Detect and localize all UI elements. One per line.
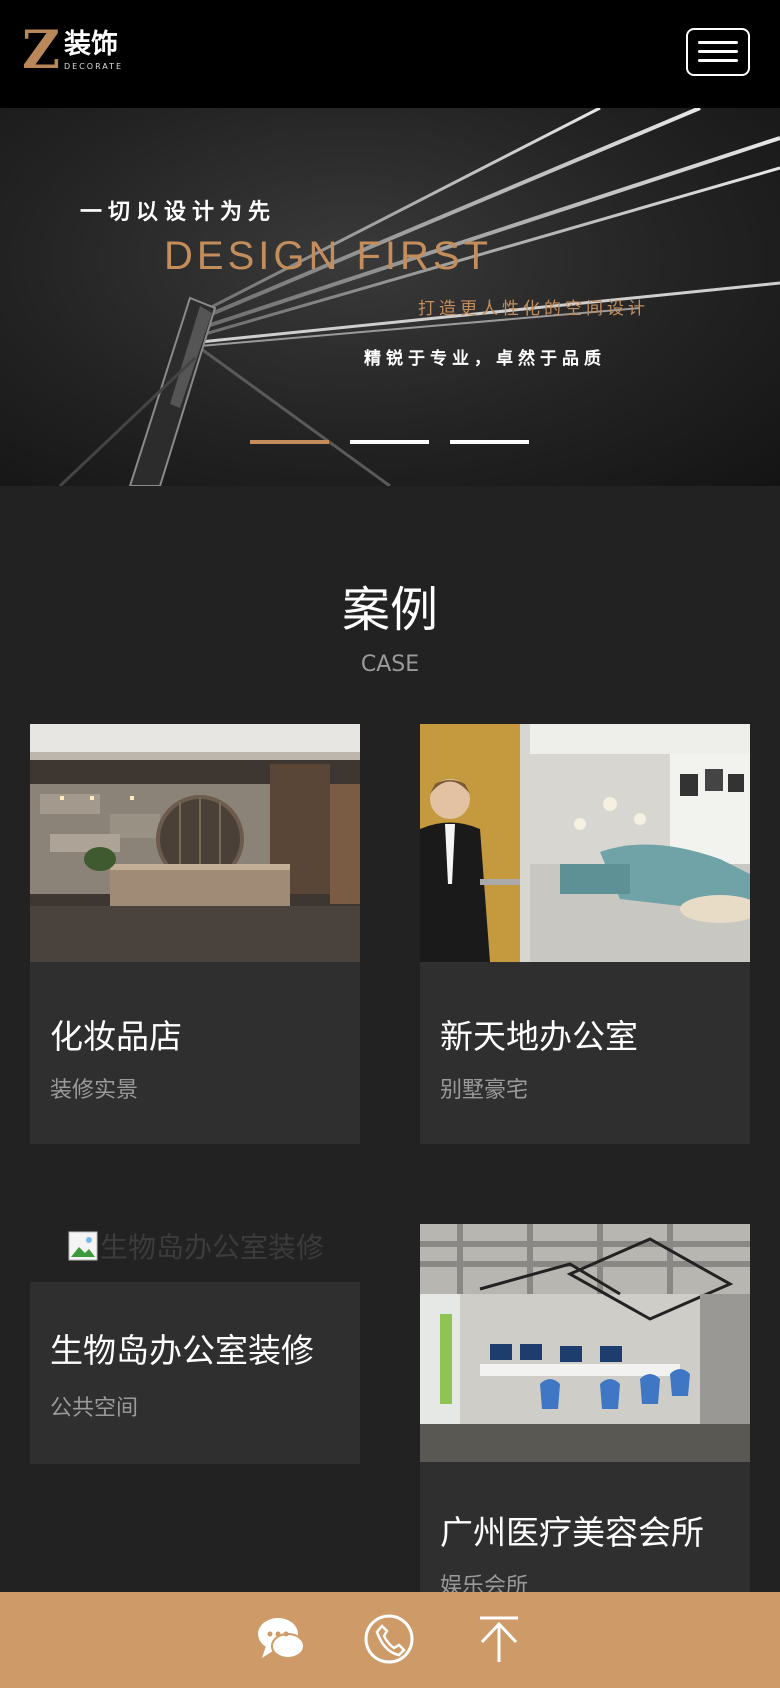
case-tag: 别墅豪宅 [440, 1078, 529, 1103]
site-header: Z 装饰 DECORATE [0, 0, 780, 108]
logo-en: DECORATE [63, 62, 124, 71]
case-card[interactable]: 生物岛办公室装修 公共空间 [30, 1282, 360, 1464]
case-card[interactable]: 广州医疗美容会所 娱乐会所 [420, 1224, 750, 1599]
carousel-dots [250, 440, 529, 444]
case-tag: 公共空间 [50, 1396, 139, 1421]
case-title[interactable]: 广州医疗美容会所 [440, 1506, 704, 1554]
case-title[interactable]: 化妆品店 [50, 1010, 182, 1058]
case-image[interactable] [420, 724, 750, 962]
logo-text: 装饰 DECORATE [64, 31, 123, 71]
case-card[interactable]: 新天地办公室 别墅豪宅 [420, 724, 750, 1144]
case-title[interactable]: 生物岛办公室装修 [50, 1324, 314, 1372]
logo[interactable]: Z 装饰 DECORATE [22, 20, 123, 81]
carousel-dot[interactable] [350, 440, 429, 444]
broken-image-icon [68, 1231, 98, 1261]
banner-headline: DESIGN FIRST [164, 234, 493, 278]
hero-banner[interactable]: 一切以设计为先 DESIGN FIRST 打造更人性化的空间设计 精锐于专业，卓… [0, 108, 780, 486]
logo-letter: Z [22, 20, 60, 81]
bottom-action-bar [0, 1592, 780, 1688]
case-card[interactable]: 化妆品店 装修实景 [30, 724, 360, 1144]
section-title: 案例 [341, 582, 438, 638]
banner-line-1: 一切以设计为先 [80, 200, 277, 225]
carousel-dot[interactable] [250, 440, 329, 444]
back-to-top-icon[interactable] [474, 1612, 524, 1666]
chat-icon[interactable] [256, 1612, 306, 1666]
hamburger-menu-icon[interactable] [686, 28, 750, 76]
section-subtitle: CASE [360, 652, 420, 677]
logo-cn: 装饰 [63, 29, 118, 60]
carousel-dot[interactable] [450, 440, 529, 444]
image-alt-text: 生物岛办公室装修 [100, 1231, 325, 1264]
banner-cable-art [58, 108, 780, 486]
case-image[interactable] [30, 724, 360, 962]
case-tag: 装修实景 [50, 1078, 139, 1103]
banner-line-3: 打造更人性化的空间设计 [418, 299, 649, 319]
case-image-broken[interactable]: 生物岛办公室装修 [68, 1226, 324, 1266]
case-image[interactable] [420, 1224, 750, 1462]
banner-line-4: 精锐于专业，卓然于品质 [364, 349, 606, 369]
case-title[interactable]: 新天地办公室 [440, 1010, 638, 1058]
phone-icon[interactable] [364, 1612, 414, 1666]
